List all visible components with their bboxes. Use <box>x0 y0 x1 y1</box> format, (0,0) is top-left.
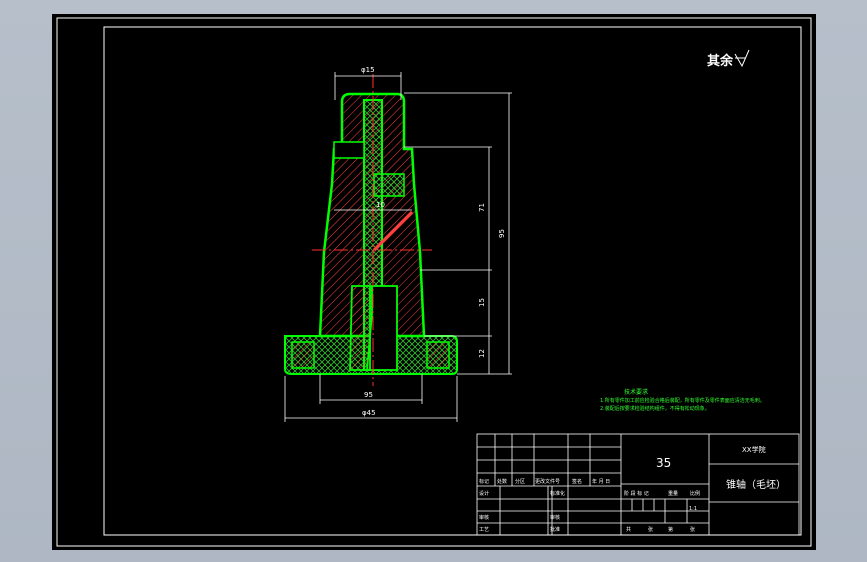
dim-height-15: 15 <box>478 298 486 307</box>
material-label: 35 <box>656 456 671 470</box>
tech-req-line2: 2.装配后按要求检验结构组件，不得有松动现象。 <box>600 405 710 412</box>
dim-bottom-inner: 95 <box>364 391 373 399</box>
school-label: XX学院 <box>742 445 766 454</box>
base-pocket-left <box>291 341 315 369</box>
base-pocket-right <box>426 341 450 369</box>
lower-web <box>349 285 371 371</box>
lbl-design: 设计 <box>479 490 489 497</box>
lbl-review: 审核 <box>479 514 489 521</box>
inner-border <box>103 26 802 536</box>
hdr-sign: 签名 <box>572 478 582 485</box>
title-block-text: 35 XX学院 锥轴（毛坯） 1:1 标记 处数 分区 更改文件号 签名 年 月… <box>479 445 786 533</box>
lbl-sheet-1: 张 <box>648 526 653 533</box>
hdr-change-doc: 更改文件号 <box>535 478 560 485</box>
lbl-weight: 重量 <box>668 490 678 497</box>
dim-height-71: 71 <box>478 203 486 212</box>
dim-middle: 10 <box>376 201 385 209</box>
dim-height-12: 12 <box>478 349 486 358</box>
drawing-sheet: 其余 φ15 10 95 φ45 71 95 15 12 技术要求 1.所有零件… <box>52 14 816 550</box>
lower-cavity <box>366 285 398 371</box>
lbl-sheet-2: 张 <box>690 526 695 533</box>
lbl-standard: 标准化 <box>550 490 565 497</box>
hdr-zone: 分区 <box>515 478 525 485</box>
part-name: 锥轴（毛坯） <box>726 478 786 491</box>
dim-top-diameter: φ15 <box>361 66 375 74</box>
hdr-mark: 标记 <box>479 478 489 485</box>
outer-border <box>56 17 812 547</box>
tech-requirements: 技术要求 1.所有零件加工前应检验合格后装配，所有零件及零件表面应清洁无毛刺。 … <box>600 388 765 412</box>
dim-height-95: 95 <box>498 229 506 238</box>
tech-req-title: 技术要求 <box>624 388 648 396</box>
cross-bore <box>373 173 405 197</box>
lbl-approve: 批准 <box>550 526 560 533</box>
lbl-total: 共 <box>626 526 631 533</box>
shoulder-groove <box>333 141 365 159</box>
part-section-view <box>284 74 458 386</box>
lbl-stage: 阶 段 标 记 <box>624 490 649 497</box>
tech-req-line1: 1.所有零件加工前应检验合格后装配，所有零件及零件表面应清洁无毛刺。 <box>600 397 765 404</box>
drawing-canvas: 其余 φ15 10 95 φ45 71 95 15 12 技术要求 1.所有零件… <box>56 17 812 547</box>
lbl-review-2: 审核 <box>550 514 560 521</box>
hdr-count: 处数 <box>497 478 507 485</box>
lbl-number: 第 <box>668 526 673 533</box>
cad-viewport: 其余 φ15 10 95 φ45 71 95 15 12 技术要求 1.所有零件… <box>0 0 867 562</box>
roughness-symbol: 其余 <box>707 49 750 69</box>
dim-base-diameter: φ45 <box>362 409 376 417</box>
roughness-note: 其余 <box>707 53 734 69</box>
lbl-scale: 比例 <box>690 490 700 497</box>
hdr-date: 年 月 日 <box>592 478 610 485</box>
scale-value: 1:1 <box>689 506 697 512</box>
lbl-process: 工艺 <box>479 527 489 533</box>
